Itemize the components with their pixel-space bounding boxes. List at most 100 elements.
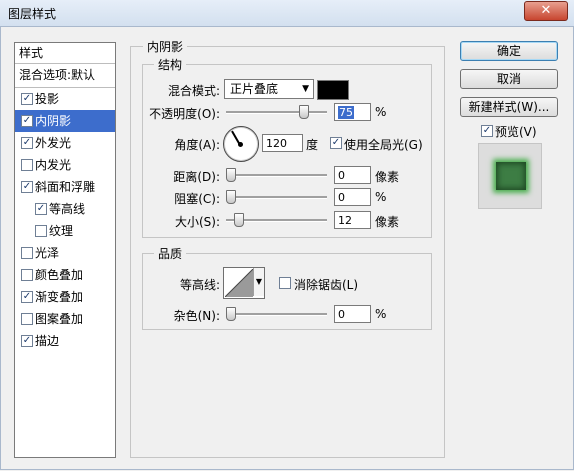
style-item-label: 渐变叠加 [35,290,84,304]
title-bar: 图层样式 ✕ [0,0,574,27]
angle-label: 角度(A): [174,138,220,152]
blend-mode-select[interactable]: 正片叠底 ▼ [224,79,314,99]
blend-mode-value: 正片叠底 [230,82,279,96]
style-item-texture[interactable]: 纹理 [15,220,115,242]
style-item-label: 投影 [35,92,60,106]
global-light-label: 使用全局光(G) [344,138,423,152]
window-title: 图层样式 [8,7,57,21]
style-item-drop-shadow[interactable]: ✓ 投影 [15,88,115,110]
slider-thumb[interactable] [299,105,309,119]
cancel-button[interactable]: 取消 [460,69,558,89]
opacity-unit: % [375,105,387,119]
style-item-label: 图案叠加 [35,312,84,326]
slider-track [226,174,327,177]
style-item-color-overlay[interactable]: 颜色叠加 [15,264,115,286]
size-input[interactable]: 12 [334,211,371,229]
preview-label: 预览(V) [495,125,537,139]
opacity-input[interactable]: 75 [334,103,371,121]
style-preview-thumbnail [478,143,542,209]
angle-unit: 度 [306,138,319,152]
style-item-satin[interactable]: 光泽 [15,242,115,264]
style-list: 样式 混合选项:默认 ✓ 投影 ✓ 内阴影 ✓ 外发光 内发光 ✓ 斜面和浮雕 … [14,42,116,458]
slider-track [226,196,327,199]
noise-input[interactable]: 0 [334,305,371,323]
style-item-label: 内发光 [35,158,72,172]
style-item-label: 描边 [35,334,60,348]
style-item-gradient-overlay[interactable]: ✓ 渐变叠加 [15,286,115,308]
noise-label: 杂色(N): [173,309,220,323]
size-label: 大小(S): [174,215,220,229]
pattern-overlay-checkbox[interactable] [21,313,33,325]
stroke-checkbox[interactable]: ✓ [21,335,33,347]
shadow-color-swatch[interactable] [317,80,349,100]
distance-label: 距离(D): [173,170,220,184]
contour-label: 等高线: [179,278,220,292]
opacity-label: 不透明度(O): [149,107,220,121]
distance-unit: 像素 [375,170,400,184]
color-overlay-checkbox[interactable] [21,269,33,281]
style-item-label: 外发光 [35,136,72,150]
bevel-emboss-checkbox[interactable]: ✓ [21,181,33,193]
style-item-pattern-overlay[interactable]: 图案叠加 [15,308,115,330]
gradient-overlay-checkbox[interactable]: ✓ [21,291,33,303]
distance-input[interactable]: 0 [334,166,371,184]
anti-alias-checkbox[interactable] [279,277,291,289]
contour-curve-icon [225,269,253,297]
style-item-bevel-emboss[interactable]: ✓ 斜面和浮雕 [15,176,115,198]
inner-shadow-checkbox[interactable]: ✓ [21,115,33,127]
chevron-down-icon: ▼ [302,84,309,94]
inner-shadow-title: 内阴影 [143,38,188,55]
new-style-button[interactable]: 新建样式(W)... [460,97,558,117]
texture-checkbox[interactable] [35,225,47,237]
style-item-inner-shadow[interactable]: ✓ 内阴影 [15,110,115,132]
angle-dial[interactable] [223,126,259,162]
slider-thumb[interactable] [226,307,236,321]
choke-unit: % [375,190,387,204]
contour-checkbox[interactable]: ✓ [35,203,47,215]
noise-slider[interactable] [226,307,327,321]
ok-button[interactable]: 确定 [460,41,558,61]
noise-unit: % [375,307,387,321]
slider-thumb[interactable] [226,190,236,204]
preview-swatch [496,162,526,190]
blend-options-item[interactable]: 混合选项:默认 [15,64,115,88]
global-light-checkbox[interactable]: ✓ [330,137,342,149]
style-item-label: 光泽 [35,246,60,260]
slider-thumb[interactable] [226,168,236,182]
size-slider[interactable] [226,213,327,227]
inner-glow-checkbox[interactable] [21,159,33,171]
contour-picker[interactable]: ▼ [223,267,265,299]
close-button[interactable]: ✕ [524,1,568,21]
style-item-label: 等高线 [49,202,86,216]
structure-title: 结构 [154,56,187,73]
chevron-down-icon[interactable]: ▼ [253,268,264,296]
style-item-outer-glow[interactable]: ✓ 外发光 [15,132,115,154]
opacity-slider[interactable] [226,105,327,119]
style-item-label: 斜面和浮雕 [35,180,96,194]
preview-checkbox[interactable]: ✓ [481,125,493,137]
size-unit: 像素 [375,215,400,229]
style-item-label: 内阴影 [35,114,72,128]
choke-input[interactable]: 0 [334,188,371,206]
blend-mode-label: 混合模式: [167,84,220,98]
outer-glow-checkbox[interactable]: ✓ [21,137,33,149]
style-item-inner-glow[interactable]: 内发光 [15,154,115,176]
style-item-contour[interactable]: ✓ 等高线 [15,198,115,220]
anti-alias-label: 消除锯齿(L) [294,278,359,292]
style-item-stroke[interactable]: ✓ 描边 [15,330,115,352]
style-item-label: 纹理 [49,224,74,238]
opacity-value: 75 [338,106,354,119]
slider-track [226,313,327,316]
style-list-header[interactable]: 样式 [15,43,115,64]
choke-slider[interactable] [226,190,327,204]
quality-title: 品质 [154,245,187,262]
style-item-label: 颜色叠加 [35,268,84,282]
satin-checkbox[interactable] [21,247,33,259]
angle-center-dot [238,142,243,147]
drop-shadow-checkbox[interactable]: ✓ [21,93,33,105]
angle-input[interactable]: 120 [262,134,303,152]
slider-thumb[interactable] [234,213,244,227]
slider-track [226,111,327,114]
choke-label: 阻塞(C): [174,192,220,206]
distance-slider[interactable] [226,168,327,182]
